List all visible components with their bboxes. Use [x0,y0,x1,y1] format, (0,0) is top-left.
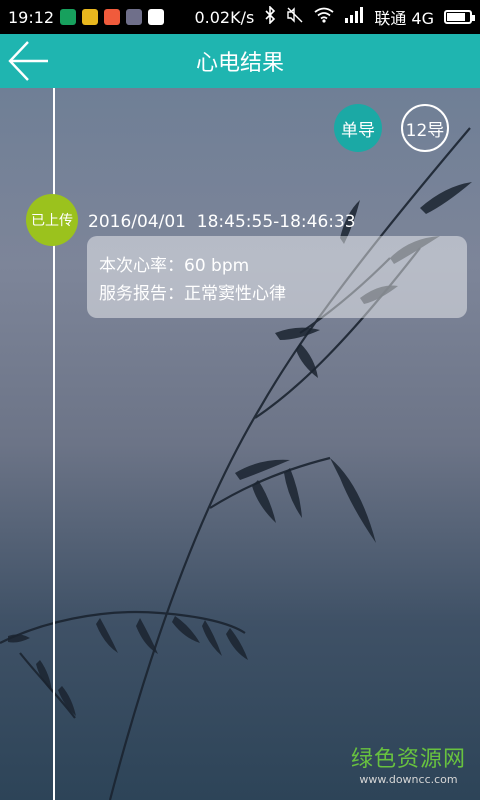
settings-app-icon [126,9,143,25]
single-lead-label: 单导 [341,120,375,141]
status-bar: 19:12 0.02K/s 联通 4G [0,0,480,34]
single-lead-button[interactable]: 单导 [334,104,382,152]
health-app-icon [148,9,165,25]
heart-rate-text: 本次心率：60 bpm [99,256,250,276]
watermark: 绿色资源网 www.downcc.com [351,741,466,786]
status-bar-left: 19:12 [8,7,165,27]
result-content[interactable]: 单导 12导 已上传 2016/04/01 18:45:55-18:46:33 … [0,88,480,800]
twelve-lead-button[interactable]: 12导 [401,104,449,152]
battery-icon [444,10,475,24]
service-report-text: 服务报告：正常窦性心律 [99,284,286,304]
bluetooth-icon [264,5,276,28]
title-bar: 心电结果 [0,34,480,88]
watermark-name: 绿色资源网 [350,747,466,772]
twelve-lead-label: 12导 [405,120,445,141]
back-button[interactable] [4,38,52,84]
watermark-url: www.downcc.com [359,773,458,786]
page-title: 心电结果 [195,51,284,76]
battery-level [447,13,465,21]
status-time: 19:12 [8,7,55,27]
record-card[interactable]: 本次心率：60 bpm 服务报告：正常窦性心律 [87,236,467,318]
browser-app-icon [82,9,99,25]
wifi-icon [314,7,334,27]
network-speed: 0.02K/s [194,7,255,27]
record-time-range: 2016/04/01 18:45:55-18:46:33 [88,212,356,232]
upload-status-label: 已上传 [31,213,73,229]
signal-icon [344,7,364,27]
plant-background-image [0,127,472,800]
game-app-icon [104,9,121,25]
mute-icon [286,6,304,28]
status-bar-right: 0.02K/s 联通 4G [194,5,475,29]
upload-status-badge: 已上传 [26,194,78,246]
shield-app-icon [60,9,77,25]
back-arrow-icon [8,41,48,81]
carrier-label: 联通 4G [374,9,434,28]
